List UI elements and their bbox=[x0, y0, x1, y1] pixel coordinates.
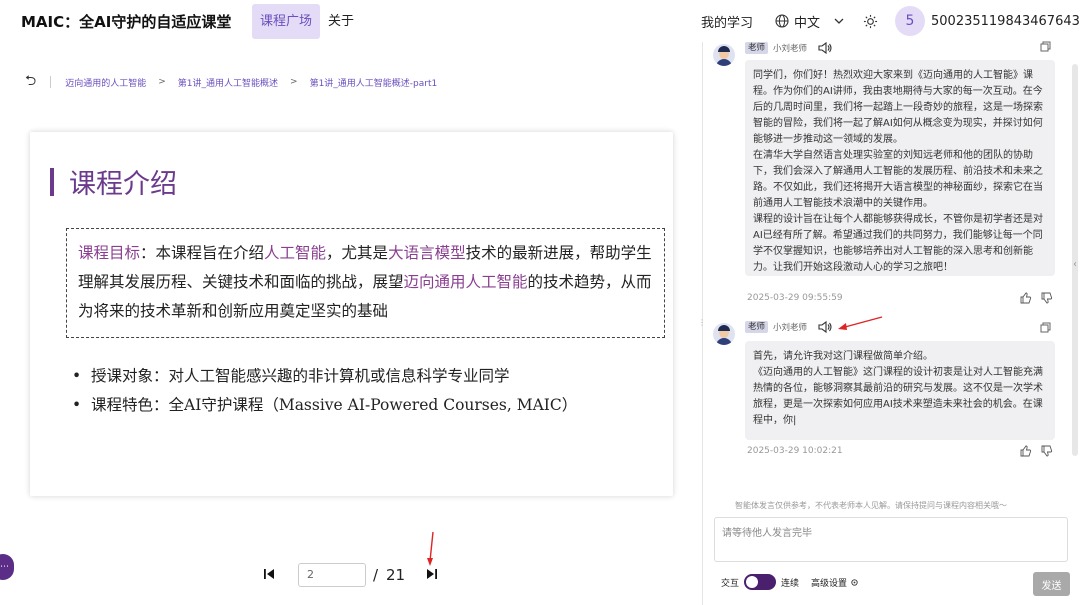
speaker-icon[interactable] bbox=[817, 320, 833, 334]
slide-bullets: • 授课对象：对人工智能感兴趣的非计算机或信息科学专业同学 • 课程特色：全AI守护… bbox=[72, 362, 577, 420]
disclaimer: 智能体发言仅供参考，不代表老师本人见解。请保持提问与课程内容相关哦～ bbox=[735, 501, 1007, 510]
globe-icon bbox=[775, 14, 789, 28]
avatar: 5 bbox=[895, 6, 925, 36]
language-chevron[interactable] bbox=[834, 0, 844, 42]
page-number-input[interactable]: 2 bbox=[298, 563, 366, 587]
annotation-arrow-icon bbox=[838, 316, 883, 330]
title-accent-bar bbox=[50, 167, 54, 196]
app-brand[interactable]: MAIC：全AI守护的自适应课堂 bbox=[21, 11, 231, 32]
last-page-icon[interactable] bbox=[425, 567, 439, 581]
thumbs-up-icon[interactable] bbox=[1020, 292, 1032, 304]
breadcrumb-item-part[interactable]: 第1讲_通用人工智能概述-part1 bbox=[310, 76, 438, 89]
breadcrumb-item-lecture[interactable]: 第1讲_通用人工智能概述 bbox=[178, 76, 278, 89]
goal-highlight: 人工智能 bbox=[264, 244, 327, 262]
bullet-item: • 课程特色：全AI守护课程（Massive AI-Powered Courses… bbox=[72, 396, 578, 414]
tab-course-plaza[interactable]: 课程广场 bbox=[252, 4, 321, 39]
user-menu[interactable]: 5 500235119843467643 bbox=[895, 0, 1080, 42]
breadcrumb-item-course[interactable]: 迈向通用的人工智能 bbox=[65, 76, 146, 89]
gear-icon[interactable] bbox=[850, 578, 859, 587]
language-switcher[interactable]: 中文 bbox=[775, 0, 820, 42]
slide-title: 课程介绍 bbox=[50, 162, 177, 201]
teacher-name: 小刘老师 bbox=[773, 44, 808, 54]
page-total: 21 bbox=[386, 566, 406, 584]
slide-title-text: 课程介绍 bbox=[69, 169, 177, 200]
floating-chat-button[interactable]: ⋯ bbox=[0, 554, 14, 580]
role-tag: 老师 bbox=[745, 321, 769, 333]
divider bbox=[50, 76, 52, 88]
teacher-avatar bbox=[713, 44, 735, 66]
course-goal-box: 课程目标：本课程旨在介绍人工智能，尤其是大语言模型技术的最新进展，帮助学生理解其… bbox=[66, 228, 665, 338]
goal-label: 课程目标 bbox=[78, 244, 141, 262]
continuous-label: 连续 bbox=[781, 578, 800, 589]
first-page-icon[interactable] bbox=[262, 567, 276, 581]
slide-pane: ⮌ 迈向通用的人工智能 > 第1讲_通用人工智能概述 > 第1讲_通用人工智能概… bbox=[0, 42, 702, 605]
message-time: 2025-03-29 10:02:21 bbox=[747, 446, 843, 456]
chat-input[interactable]: 请等待他人发言完毕 bbox=[714, 517, 1068, 562]
thumbs-up-icon[interactable] bbox=[1020, 445, 1032, 457]
tab-about[interactable]: 关于 bbox=[320, 4, 362, 39]
more-icon: ⋯ bbox=[0, 562, 9, 572]
bullet-item: • 授课对象：对人工智能感兴趣的非计算机或信息科学专业同学 bbox=[72, 367, 510, 385]
interact-toggle[interactable] bbox=[744, 574, 777, 590]
teacher-avatar bbox=[713, 323, 735, 345]
teacher-name: 小刘老师 bbox=[773, 323, 808, 333]
copy-icon[interactable] bbox=[1040, 322, 1051, 333]
message-bubble: 同学们，你们好！热烈欢迎大家来到《迈向通用的人工智能》课程。作为你们的AI讲师，… bbox=[745, 60, 1055, 276]
thumbs-down-icon[interactable] bbox=[1041, 445, 1053, 457]
goal-text: ：本课程旨在介绍 bbox=[140, 244, 265, 262]
message-bubble: 首先，请允许我对这门课程做简单介绍。 《迈向通用的人工智能》这门课程的设计初衷是… bbox=[745, 341, 1055, 440]
back-arrow-icon[interactable]: ⮌ bbox=[25, 70, 36, 94]
message-time: 2025-03-29 09:55:59 bbox=[747, 293, 843, 303]
language-label: 中文 bbox=[794, 15, 821, 31]
breadcrumb-separator: > bbox=[158, 77, 166, 87]
chat-pane: ‹ ⋮ 老师 小刘老师 同学们，你们好！热烈欢迎大家来到《迈向通用的人工智能》课… bbox=[698, 41, 1080, 605]
goal-highlight: 大语言模型 bbox=[388, 244, 466, 262]
interact-label: 交互 bbox=[721, 578, 740, 589]
sun-icon bbox=[863, 14, 878, 28]
my-learning-link[interactable]: 我的学习 bbox=[701, 0, 753, 42]
thumbs-down-icon[interactable] bbox=[1041, 292, 1053, 304]
theme-toggle[interactable] bbox=[863, 0, 878, 42]
advanced-settings-link[interactable]: 高级设置 bbox=[811, 576, 847, 589]
speaker-icon[interactable] bbox=[817, 41, 833, 55]
role-tag: 老师 bbox=[745, 42, 769, 54]
chat-controls: 交互 连续 高级设置 bbox=[721, 574, 859, 590]
page-separator: / bbox=[373, 566, 379, 584]
goal-highlight: 迈向通用人工智能 bbox=[403, 273, 528, 291]
chevron-left-icon: ‹ bbox=[1073, 258, 1077, 270]
breadcrumb: ⮌ 迈向通用的人工智能 > 第1讲_通用人工智能概述 > 第1讲_通用人工智能概… bbox=[25, 70, 437, 94]
send-button[interactable]: 发送 bbox=[1033, 572, 1070, 596]
annotation-arrow-icon bbox=[427, 531, 434, 566]
slide-card: 课程介绍 课程目标：本课程旨在介绍人工智能，尤其是大语言模型技术的最新进展，帮助… bbox=[30, 132, 673, 496]
drag-handle-icon[interactable]: ⋮ bbox=[698, 318, 706, 327]
collapse-handle[interactable]: ‹ bbox=[1069, 250, 1080, 278]
chevron-down-icon bbox=[834, 18, 844, 24]
breadcrumb-separator: > bbox=[290, 77, 298, 87]
user-id: 500235119843467643 bbox=[931, 13, 1080, 29]
copy-icon[interactable] bbox=[1040, 41, 1051, 52]
top-header: MAIC：全AI守护的自适应课堂 课程广场 关于 我的学习 中文 5 50023… bbox=[0, 0, 1080, 42]
goal-text: ，尤其是 bbox=[326, 244, 389, 262]
